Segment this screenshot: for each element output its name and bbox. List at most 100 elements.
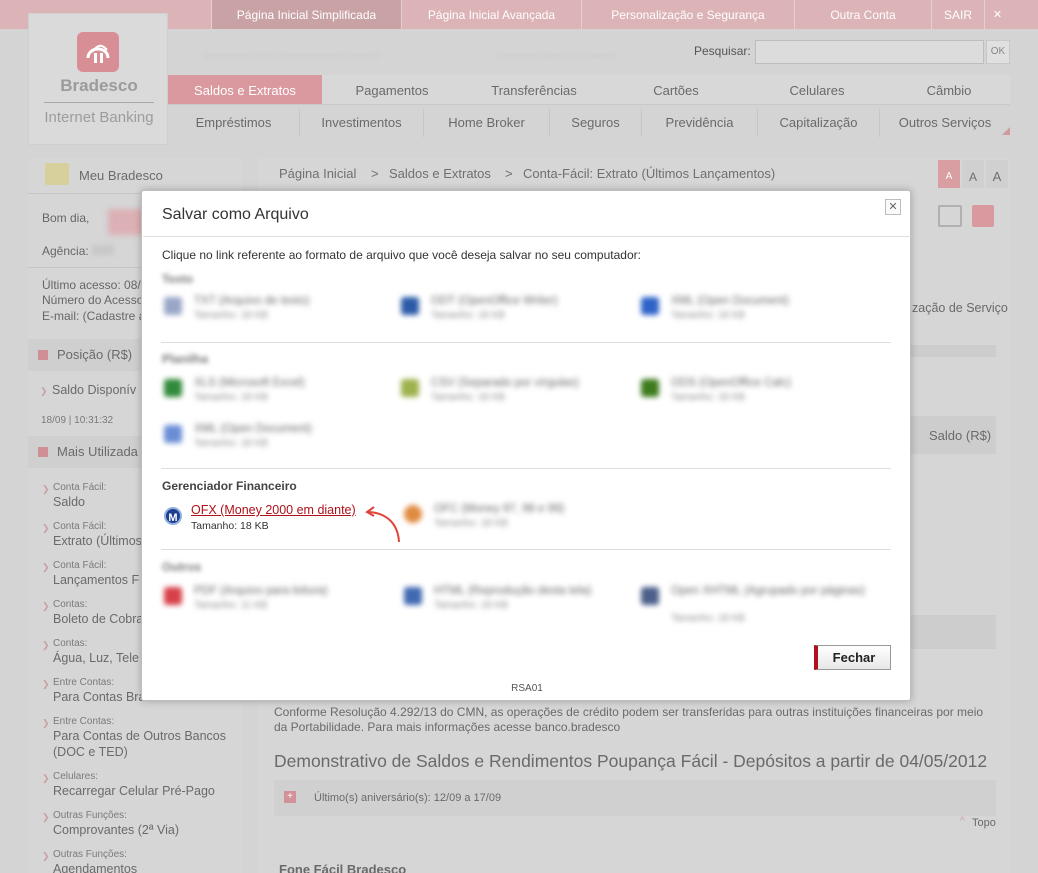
save-icon[interactable] (972, 205, 994, 227)
link-category: Entre Contas: (53, 716, 115, 727)
file-name[interactable]: ODS (OpenOffice Calc) (671, 377, 791, 389)
font-size-medium[interactable]: A (962, 160, 984, 188)
link-agua-luz[interactable]: Água, Luz, Tele (53, 651, 139, 665)
nav-emprestimos[interactable]: Empréstimos (168, 109, 299, 137)
demonstrativo-title: Demonstrativo de Saldos e Rendimentos Po… (274, 751, 988, 771)
search-input[interactable] (755, 40, 984, 64)
table-footer (911, 615, 996, 649)
link-comprovantes[interactable]: Comprovantes (2ª Via) (53, 823, 179, 837)
file-size: Tamanho: 18 KB (431, 310, 505, 321)
section-planilha: Planilha (162, 352, 209, 366)
ofx-file-size: Tamanho: 18 KB (191, 520, 269, 532)
file-open-xhtml[interactable]: Open XHTML (Agrupado por páginas) Tamanh… (641, 585, 871, 629)
file-ods[interactable]: ODS (OpenOffice Calc) Tamanho: 18 KB (641, 377, 871, 411)
file-size: Tamanho: 11 KB (194, 600, 268, 611)
file-name[interactable]: TXT (Arquivo de texto) (194, 295, 309, 307)
odt-icon (401, 297, 419, 315)
dialog-close-icon[interactable]: ✕ (885, 199, 901, 215)
ofc-icon (404, 505, 422, 523)
file-name[interactable]: OFC (Money 97, 98 e 99) (434, 503, 564, 515)
file-name[interactable]: XML (Open Document) (671, 295, 789, 307)
logout-button[interactable]: SAIR (931, 0, 984, 29)
xls-icon (164, 379, 182, 397)
breadcrumb-separator: > (505, 166, 513, 181)
file-xls[interactable]: XLS (Microsoft Excel) Tamanho: 18 KB (164, 377, 394, 411)
nav-outros-servicos[interactable]: Outros Serviços (879, 109, 1010, 137)
divider (161, 342, 891, 343)
link-boleto[interactable]: Boleto de Cobra (53, 612, 143, 626)
file-name[interactable]: XML (Open Document) (194, 423, 312, 435)
file-xml[interactable]: XML (Open Document) Tamanho: 18 KB (641, 295, 871, 329)
topnav-personalizacao[interactable]: Personalização e Segurança (581, 0, 794, 29)
file-xml-spreadsheet[interactable]: XML (Open Document) Tamanho: 18 KB (164, 423, 394, 457)
link-category: Entre Contas: (53, 677, 115, 688)
nav-cartoes[interactable]: Cartões (606, 75, 746, 105)
topnav-avancada[interactable]: Página Inicial Avançada (401, 0, 581, 29)
nav-celulares[interactable]: Celulares (746, 75, 888, 105)
posicao-title: Posição (R$) (57, 347, 133, 362)
file-size: Tamanho: 18 KB (434, 600, 508, 611)
link-recarga[interactable]: Recarregar Celular Pré-Pago (53, 784, 215, 798)
nav-capitalizacao[interactable]: Capitalização (757, 109, 879, 137)
bradesco-logo[interactable]: Bradesco Internet Banking (28, 13, 168, 145)
link-saldo[interactable]: Saldo (53, 495, 85, 509)
font-size-large[interactable]: A (986, 160, 1008, 188)
file-name[interactable]: HTML (Reprodução desta tela) (434, 585, 591, 597)
topnav-simplificada[interactable]: Página Inicial Simplificada (211, 0, 401, 29)
link-outros-bancos[interactable]: Para Contas de Outros Bancos (53, 729, 226, 743)
corner-arrow-icon (1002, 127, 1010, 135)
dialog-instruction: Clique no link referente ao formato de a… (162, 248, 641, 262)
file-csv[interactable]: CSV (Separado por vírgulas) Tamanho: 18 … (401, 377, 631, 411)
topnav-outra-conta[interactable]: Outra Conta (794, 0, 931, 29)
file-html[interactable]: HTML (Reprodução desta tela) Tamanho: 18… (404, 585, 634, 619)
nav-previdencia[interactable]: Previdência (641, 109, 757, 137)
font-size-small[interactable]: A (938, 160, 960, 188)
logo-divider (44, 102, 154, 103)
file-name[interactable]: XLS (Microsoft Excel) (194, 377, 305, 389)
file-name[interactable]: CSV (Separado por vírgulas) (431, 377, 579, 389)
section-outros: Outros (162, 560, 202, 574)
file-name[interactable]: ODT (OpenOffice Writer) (431, 295, 558, 307)
breadcrumb-home[interactable]: Página Inicial (279, 166, 356, 181)
nav-cambio[interactable]: Câmbio (888, 75, 1010, 105)
print-icon[interactable] (938, 205, 962, 227)
chevron-right-icon: ❯ (42, 773, 50, 783)
collapse-icon[interactable] (38, 447, 48, 457)
bar (911, 345, 996, 357)
file-txt[interactable]: TXT (Arquivo de texto) Tamanho: 18 KB (164, 295, 394, 329)
link-agendamentos[interactable]: Agendamentos (53, 862, 137, 873)
fechar-button[interactable]: Fechar (814, 645, 891, 670)
greeting-label: Bom dia, (42, 211, 90, 225)
file-size: Tamanho: 18 KB (431, 392, 505, 403)
link-category: Conta Fácil: (53, 560, 107, 571)
txt-icon (164, 297, 182, 315)
nav-seguros[interactable]: Seguros (549, 109, 641, 137)
link-contas-bradesco[interactable]: Para Contas Bra (53, 690, 145, 704)
ofx-download-link[interactable]: OFX (Money 2000 em diante) (191, 503, 356, 517)
saldo-disponivel-link[interactable]: Saldo Disponív (52, 383, 136, 397)
csv-icon (401, 379, 419, 397)
nav-saldos-extratos[interactable]: Saldos e Extratos (168, 75, 322, 105)
dialog-title: Salvar como Arquivo (162, 206, 309, 223)
file-ofc[interactable]: OFC (Money 97, 98 e 99) Tamanho: 18 KB (404, 503, 634, 537)
close-icon[interactable]: ✕ (984, 0, 1010, 29)
saldo-column-header: Saldo (R$) (929, 428, 992, 443)
topo-link[interactable]: Topo (972, 817, 996, 829)
nav-pagamentos[interactable]: Pagamentos (322, 75, 462, 105)
file-pdf[interactable]: PDF (Arquivo para leitura) Tamanho: 11 K… (164, 585, 394, 619)
file-name[interactable]: Open XHTML (Agrupado por páginas) (671, 585, 865, 597)
file-odt[interactable]: ODT (OpenOffice Writer) Tamanho: 18 KB (401, 295, 631, 329)
breadcrumb-saldos[interactable]: Saldos e Extratos (389, 166, 491, 181)
expand-icon[interactable]: + (284, 791, 296, 803)
xml-icon (641, 297, 659, 315)
nav-investimentos[interactable]: Investimentos (299, 109, 423, 137)
search-button[interactable]: OK (986, 40, 1010, 64)
money-ofx-icon: M (164, 507, 182, 525)
nav-home-broker[interactable]: Home Broker (423, 109, 549, 137)
link-extrato[interactable]: Extrato (Últimos (53, 534, 142, 548)
file-name[interactable]: PDF (Arquivo para leitura) (194, 585, 328, 597)
link-lancamentos[interactable]: Lançamentos F (53, 573, 139, 587)
nav-transferencias[interactable]: Transferências (462, 75, 606, 105)
link-doc-ted[interactable]: (DOC e TED) (53, 745, 128, 759)
collapse-icon[interactable] (38, 350, 48, 360)
